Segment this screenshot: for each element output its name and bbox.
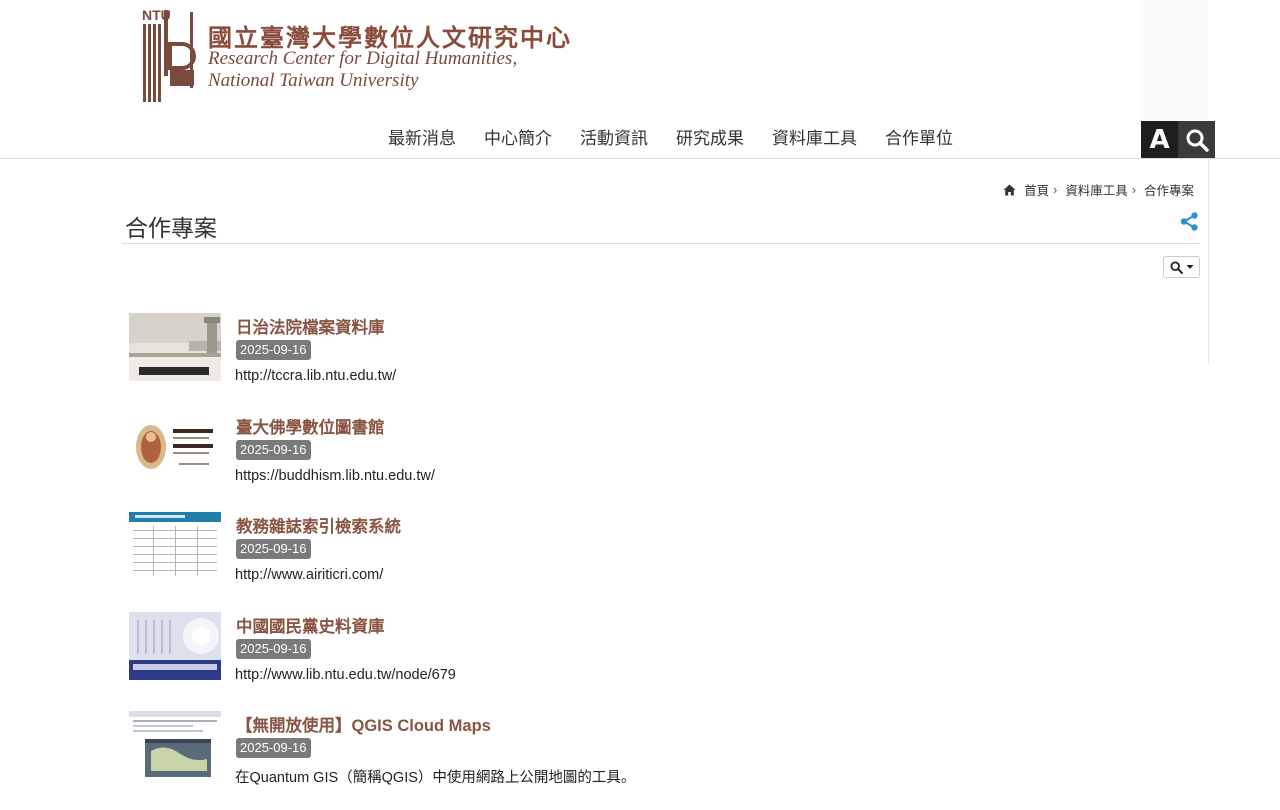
font-size-button[interactable]: A bbox=[1141, 121, 1178, 158]
nav-item-about[interactable]: 中心簡介 bbox=[470, 124, 566, 154]
share-icon[interactable] bbox=[1180, 212, 1199, 231]
nav-item-research[interactable]: 研究成果 bbox=[662, 124, 758, 154]
list-item: 日治法院檔案資料庫 2025-09-16 http://tccra.lib.nt… bbox=[128, 312, 1028, 412]
home-icon[interactable] bbox=[1003, 184, 1016, 196]
search-button[interactable] bbox=[1178, 121, 1215, 158]
logo-ntu-text: NTU bbox=[142, 7, 171, 23]
item-thumbnail[interactable] bbox=[129, 611, 221, 680]
item-title[interactable]: 教務雜誌索引檢索系統 bbox=[236, 513, 401, 537]
search-icon bbox=[1169, 260, 1183, 274]
logo-english-line1: Research Center for Digital Humanities, bbox=[208, 48, 518, 69]
nav-item-partners[interactable]: 合作單位 bbox=[871, 124, 967, 154]
item-description: http://www.lib.ntu.edu.tw/node/679 bbox=[235, 666, 456, 683]
item-thumbnail[interactable] bbox=[129, 512, 221, 580]
item-thumbnail[interactable] bbox=[129, 313, 221, 381]
page-title: 合作專案 bbox=[125, 215, 217, 241]
item-thumbnail[interactable] bbox=[129, 711, 221, 779]
main-nav: 最新消息 中心簡介 活動資訊 研究成果 資料庫工具 合作單位 bbox=[374, 124, 967, 154]
item-description: http://tccra.lib.ntu.edu.tw/ bbox=[235, 368, 397, 384]
nav-item-news[interactable]: 最新消息 bbox=[374, 124, 470, 154]
project-list: 日治法院檔案資料庫 2025-09-16 http://tccra.lib.nt… bbox=[128, 312, 1028, 810]
nav-item-databases[interactable]: 資料庫工具 bbox=[758, 124, 871, 154]
breadcrumb-current: 合作專案 bbox=[1143, 184, 1194, 198]
item-title[interactable]: 臺大佛學數位圖書館 bbox=[236, 414, 385, 438]
search-dropdown-button[interactable] bbox=[1163, 256, 1200, 278]
logo-english-line2: National Taiwan University bbox=[208, 70, 419, 91]
breadcrumb-separator: › bbox=[1131, 182, 1136, 197]
item-description: http://www.airiticri.com/ bbox=[235, 567, 384, 583]
list-item: 教務雜誌索引檢索系統 2025-09-16 http://www.airitic… bbox=[128, 511, 1028, 611]
item-title[interactable]: 【無開放使用】QGIS Cloud Maps bbox=[236, 712, 491, 736]
list-item: 臺大佛學數位圖書館 2025-09-16 https://buddhism.li… bbox=[128, 412, 1028, 512]
header-tools: A bbox=[1141, 121, 1215, 158]
breadcrumb: 首頁 › 資料庫工具 › 合作專案 bbox=[1003, 180, 1194, 199]
breadcrumb-home[interactable]: 首頁 bbox=[1024, 180, 1049, 199]
item-thumbnail[interactable] bbox=[129, 412, 221, 481]
nav-item-events[interactable]: 活動資訊 bbox=[566, 124, 662, 154]
date-badge: 2025-09-16 bbox=[236, 439, 311, 460]
item-description: 在Quantum GIS（簡稱QGIS）中使用網路上公開地圖的工具。 bbox=[235, 770, 636, 786]
date-badge: 2025-09-16 bbox=[236, 638, 311, 659]
caret-down-icon bbox=[1186, 265, 1193, 269]
item-description: https://buddhism.lib.ntu.edu.tw/ bbox=[235, 467, 435, 484]
list-item: 【無開放使用】QGIS Cloud Maps 2025-09-16 在Quant… bbox=[128, 710, 1028, 810]
date-badge: 2025-09-16 bbox=[236, 539, 311, 559]
site-logo[interactable]: NTU 國立臺灣大學數位人文研究中心 Research Center for D… bbox=[142, 7, 682, 104]
item-title[interactable]: 中國國民黨史料資庫 bbox=[236, 613, 385, 637]
header-side-panel bbox=[1140, 0, 1208, 122]
breadcrumb-databases[interactable]: 資料庫工具 bbox=[1065, 180, 1128, 199]
item-title[interactable]: 日治法院檔案資料庫 bbox=[236, 314, 385, 338]
side-divider bbox=[1208, 159, 1209, 364]
date-badge: 2025-09-16 bbox=[236, 738, 311, 758]
breadcrumb-separator: › bbox=[1053, 182, 1058, 197]
title-divider bbox=[122, 243, 1200, 244]
list-item: 中國國民黨史料資庫 2025-09-16 http://www.lib.ntu.… bbox=[128, 611, 1028, 711]
date-badge: 2025-09-16 bbox=[236, 340, 311, 360]
search-icon bbox=[1186, 129, 1209, 152]
header-divider bbox=[0, 158, 1280, 159]
